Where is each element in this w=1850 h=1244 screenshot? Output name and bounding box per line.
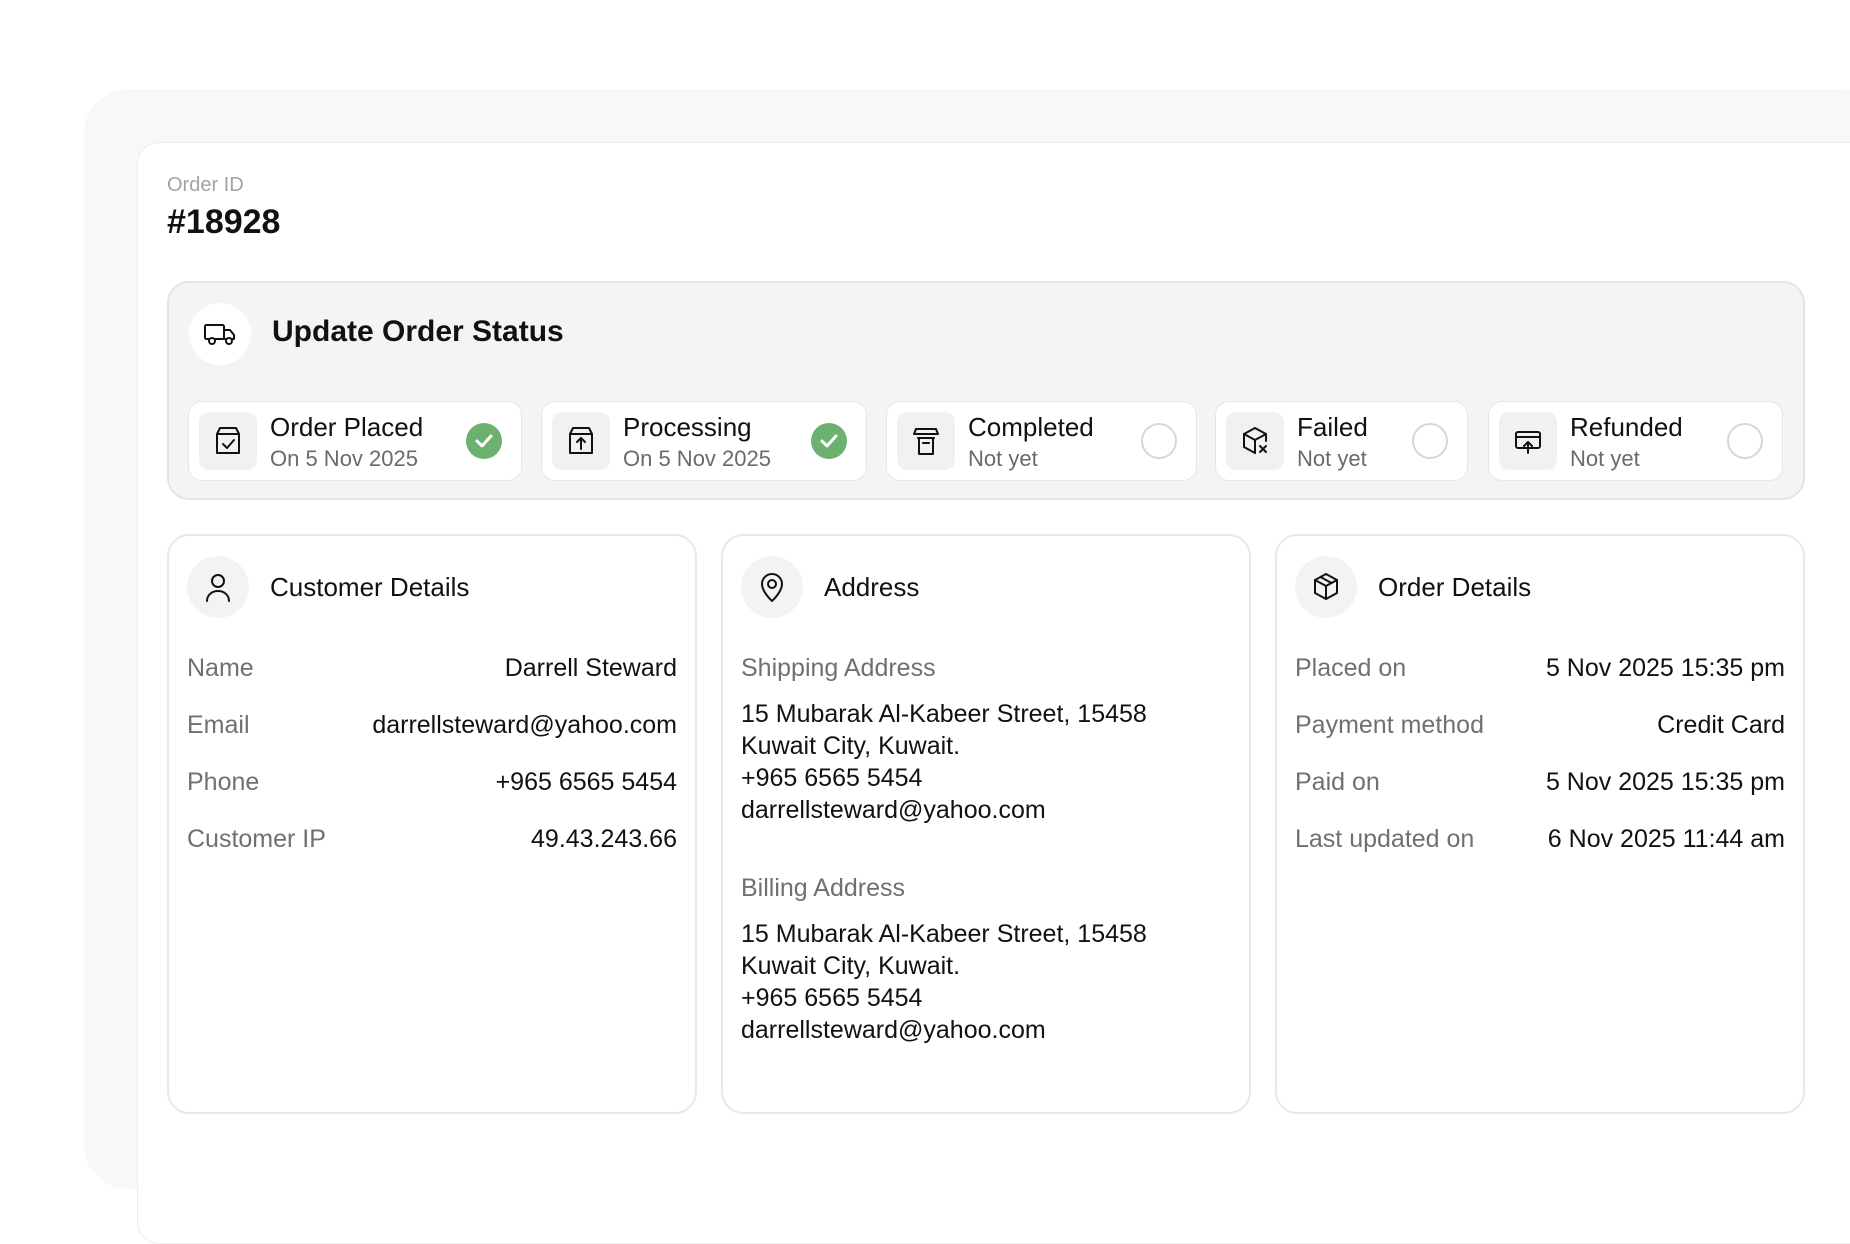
row-value: 49.43.243.66 [531, 824, 677, 853]
status-step-failed[interactable]: Failed Not yet [1215, 401, 1468, 481]
row-value: +965 6565 5454 [495, 767, 677, 796]
customer-details-title: Customer Details [270, 572, 470, 602]
customer-details-card: Customer Details Name Darrell Steward Em… [167, 534, 697, 1114]
address-line: darrellsteward@yahoo.com [741, 796, 1046, 824]
order-row-payment-method: Payment method Credit Card [1295, 707, 1785, 743]
step-title: Failed [1297, 412, 1368, 442]
refund-tray-icon [1499, 412, 1557, 470]
order-row-paid-on: Paid on 5 Nov 2025 15:35 pm [1295, 764, 1785, 800]
row-value: Credit Card [1657, 710, 1785, 739]
billing-address-label: Billing Address [741, 874, 905, 902]
truck-icon [189, 303, 251, 365]
step-title: Processing [623, 412, 752, 442]
step-date: Not yet [968, 446, 1038, 471]
customer-row-email: Email darrellsteward@yahoo.com [187, 707, 677, 743]
empty-circle-icon [1412, 423, 1448, 459]
location-pin-icon [741, 556, 803, 618]
step-title: Order Placed [270, 412, 424, 442]
box-upload-icon [552, 412, 610, 470]
customer-row-name: Name Darrell Steward [187, 650, 677, 686]
address-card: Address Shipping Address 15 Mubarak Al-K… [721, 534, 1251, 1114]
update-order-status-section: Update Order Status Order Placed On 5 No… [167, 281, 1805, 500]
step-date: On 5 Nov 2025 [623, 446, 771, 471]
order-row-placed-on: Placed on 5 Nov 2025 15:35 pm [1295, 650, 1785, 686]
status-step-refunded[interactable]: Refunded Not yet [1488, 401, 1783, 481]
shipping-address-lines: 15 Mubarak Al-Kabeer Street, 15458 Kuwai… [741, 698, 1147, 826]
address-line: Kuwait City, Kuwait. [741, 732, 961, 760]
order-details-card: Order Details Placed on 5 Nov 2025 15:35… [1275, 534, 1805, 1114]
address-title: Address [824, 572, 920, 602]
package-x-icon [1226, 412, 1284, 470]
status-section-title: Update Order Status [272, 315, 564, 348]
row-label: Phone [187, 767, 260, 796]
status-step-processing[interactable]: Processing On 5 Nov 2025 [541, 401, 867, 481]
package-icon [1295, 556, 1357, 618]
row-label: Last updated on [1295, 824, 1475, 853]
address-line: 15 Mubarak Al-Kabeer Street, 15458 [741, 700, 1147, 728]
step-date: Not yet [1570, 446, 1640, 471]
row-label: Paid on [1295, 767, 1380, 796]
address-line: 15 Mubarak Al-Kabeer Street, 15458 [741, 920, 1147, 948]
row-value: 5 Nov 2025 15:35 pm [1545, 767, 1785, 796]
status-step-order-placed[interactable]: Order Placed On 5 Nov 2025 [188, 401, 522, 481]
row-value: 6 Nov 2025 11:44 am [1547, 824, 1785, 853]
row-label: Payment method [1295, 710, 1484, 739]
order-row-last-updated: Last updated on 6 Nov 2025 11:44 am [1295, 821, 1785, 857]
step-title: Refunded [1570, 412, 1683, 442]
check-icon [466, 423, 502, 459]
row-label: Name [187, 653, 254, 682]
row-value: Darrell Steward [504, 653, 677, 682]
empty-circle-icon [1141, 423, 1177, 459]
address-line: Kuwait City, Kuwait. [741, 952, 961, 980]
step-title: Completed [968, 412, 1094, 442]
order-id-value: #18928 [167, 203, 281, 241]
cart-check-icon [199, 412, 257, 470]
order-id-label: Order ID [167, 174, 244, 196]
empty-circle-icon [1727, 423, 1763, 459]
delivery-box-icon [897, 412, 955, 470]
user-icon [187, 556, 249, 618]
address-line: darrellsteward@yahoo.com [741, 1016, 1046, 1044]
customer-row-ip: Customer IP 49.43.243.66 [187, 821, 677, 857]
row-label: Email [187, 710, 250, 739]
customer-row-phone: Phone +965 6565 5454 [187, 764, 677, 800]
check-icon [811, 423, 847, 459]
billing-address-lines: 15 Mubarak Al-Kabeer Street, 15458 Kuwai… [741, 918, 1147, 1046]
step-date: On 5 Nov 2025 [270, 446, 418, 471]
step-date: Not yet [1297, 446, 1367, 471]
row-value: 5 Nov 2025 15:35 pm [1545, 653, 1785, 682]
row-value: darrellsteward@yahoo.com [372, 710, 677, 739]
address-line: +965 6565 5454 [741, 764, 923, 792]
status-step-completed[interactable]: Completed Not yet [886, 401, 1197, 481]
shipping-address-label: Shipping Address [741, 654, 936, 682]
address-line: +965 6565 5454 [741, 984, 923, 1012]
row-label: Customer IP [187, 824, 326, 853]
order-details-title: Order Details [1378, 572, 1532, 602]
row-label: Placed on [1295, 653, 1407, 682]
